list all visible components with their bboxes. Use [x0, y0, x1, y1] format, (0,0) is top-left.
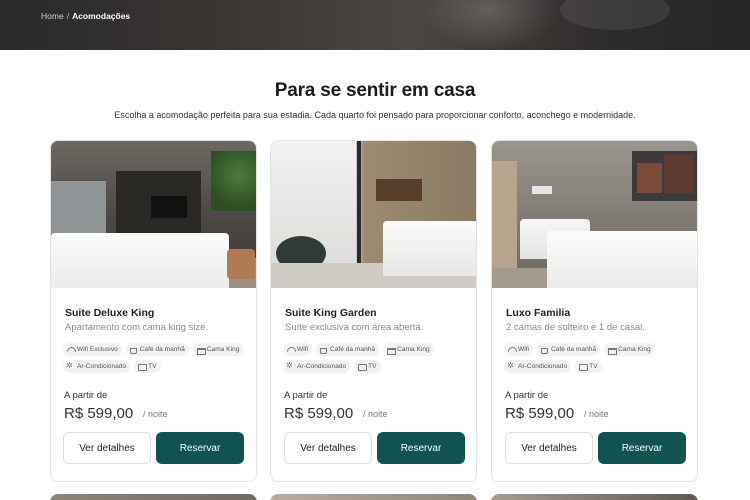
- room-name: Suite King Garden: [285, 307, 377, 319]
- section-subtitle: Escolha a acomodação perfeita para sua e…: [114, 110, 636, 120]
- book-button[interactable]: Reservar: [156, 432, 244, 464]
- amenity-breakfast: Café da manhã: [537, 343, 601, 356]
- bed-icon: [196, 346, 206, 355]
- room-price: R$ 599,00: [64, 405, 134, 422]
- price-suffix: / noite: [143, 409, 168, 419]
- amenity-breakfast: Café da manhã: [125, 343, 189, 356]
- room-price: R$ 599,00: [284, 405, 354, 422]
- amenity-label: Cama King: [206, 346, 240, 353]
- amenity-label: Ar-Condicionado: [518, 363, 568, 370]
- price-prefix: A partir de: [284, 390, 328, 401]
- amenity-list: Wifi Exclusivo Café da manhã Cama King A…: [63, 343, 253, 373]
- amenity-ac: Ar-Condicionado: [283, 360, 351, 373]
- price-suffix: / noite: [584, 409, 609, 419]
- tv-icon: [358, 363, 368, 371]
- wifi-icon: [67, 346, 74, 353]
- breadcrumb-home-link[interactable]: Home: [41, 11, 64, 21]
- snowflake-icon: [66, 361, 74, 371]
- amenity-tv: TV: [354, 360, 381, 373]
- room-photo[interactable]: [51, 141, 256, 288]
- breadcrumb: Home / Acomodações: [41, 11, 130, 21]
- hero-lamp: [560, 0, 670, 30]
- tv-icon: [579, 363, 589, 371]
- amenity-wifi: Wifi Exclusivo: [63, 343, 122, 356]
- amenity-tv: TV: [575, 360, 602, 373]
- wifi-icon: [287, 346, 294, 353]
- room-name: Luxo Familia: [506, 307, 571, 319]
- bed-icon: [387, 346, 397, 355]
- room-card-peek: [50, 494, 257, 500]
- amenity-bed: Cama King: [192, 343, 244, 356]
- hero-banner: Home / Acomodações: [0, 0, 750, 50]
- amenity-breakfast: Café da manhã: [316, 343, 380, 356]
- amenity-label: Cama King: [618, 346, 651, 353]
- room-name: Suite Deluxe King: [65, 307, 155, 319]
- amenity-label: TV: [148, 363, 157, 370]
- amenity-label: Café da manhã: [551, 346, 597, 353]
- room-description: Apartamento com cama king size.: [65, 322, 209, 333]
- room-photo[interactable]: [492, 141, 697, 288]
- room-photo[interactable]: [271, 141, 476, 288]
- snowflake-icon: [507, 361, 515, 371]
- price-prefix: A partir de: [505, 390, 549, 401]
- room-card-peek: [270, 494, 477, 500]
- amenity-label: Ar-Condicionado: [297, 363, 347, 370]
- room-card: Suite King Garden Suíte exclusiva com ár…: [270, 140, 477, 482]
- hero-light: [420, 0, 560, 50]
- amenity-ac: Ar-Condicionado: [63, 360, 131, 373]
- bed-icon: [608, 346, 618, 355]
- amenity-label: TV: [589, 363, 598, 370]
- coffee-icon: [129, 346, 137, 354]
- amenity-label: Wifi: [518, 346, 529, 353]
- amenity-label: Ar-Condicionado: [77, 363, 127, 370]
- tv-icon: [138, 363, 148, 371]
- amenity-bed: Cama King: [604, 343, 655, 356]
- snowflake-icon: [286, 361, 294, 371]
- details-button[interactable]: Ver detalhes: [63, 432, 151, 464]
- room-description: 2 camas de solteiro e 1 de casal.: [506, 322, 645, 333]
- room-card: Suite Deluxe King Apartamento com cama k…: [50, 140, 257, 482]
- coffee-icon: [541, 346, 548, 354]
- amenity-label: Wifi Exclusivo: [77, 346, 118, 353]
- amenity-wifi: Wifi: [283, 343, 312, 356]
- room-description: Suíte exclusiva com área aberta.: [285, 322, 424, 333]
- book-button[interactable]: Reservar: [598, 432, 686, 464]
- price-suffix: / noite: [363, 409, 388, 419]
- breadcrumb-current: Acomodações: [72, 11, 131, 21]
- amenity-bed: Cama King: [383, 343, 434, 356]
- room-price: R$ 599,00: [505, 405, 575, 422]
- amenity-wifi: Wifi: [504, 343, 533, 356]
- section-title: Para se sentir em casa: [274, 80, 476, 101]
- amenity-label: Cama King: [397, 346, 430, 353]
- wifi-icon: [508, 346, 515, 353]
- book-button[interactable]: Reservar: [377, 432, 465, 464]
- amenity-label: Wifi: [297, 346, 308, 353]
- amenity-tv: TV: [134, 360, 161, 373]
- price-prefix: A partir de: [64, 390, 108, 401]
- amenity-label: Café da manhã: [139, 346, 185, 353]
- details-button[interactable]: Ver detalhes: [505, 432, 593, 464]
- amenity-ac: Ar-Condicionado: [504, 360, 572, 373]
- room-card-peek: [491, 494, 698, 500]
- room-card: Luxo Familia 2 camas de solteiro e 1 de …: [491, 140, 698, 482]
- amenity-label: TV: [368, 363, 377, 370]
- amenity-label: Café da manhã: [330, 346, 376, 353]
- details-button[interactable]: Ver detalhes: [284, 432, 372, 464]
- amenity-list: Wifi Café da manhã Cama King Ar-Condicio…: [504, 343, 694, 373]
- amenity-list: Wifi Café da manhã Cama King Ar-Condicio…: [283, 343, 473, 373]
- breadcrumb-separator: /: [66, 11, 70, 21]
- coffee-icon: [320, 346, 327, 354]
